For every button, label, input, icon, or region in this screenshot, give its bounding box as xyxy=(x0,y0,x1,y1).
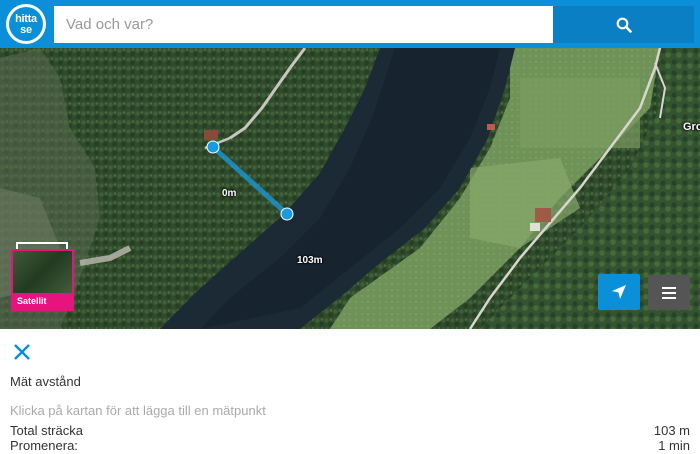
search-input[interactable] xyxy=(54,6,553,43)
close-icon xyxy=(14,344,30,360)
measure-start-label: 0m xyxy=(222,188,237,199)
measure-end-label: 103m xyxy=(297,255,323,266)
hitta-logo[interactable]: hitta se xyxy=(6,4,46,44)
top-bar: hitta se xyxy=(0,0,700,48)
walk-time-value: 1 min xyxy=(658,438,690,453)
close-button[interactable] xyxy=(13,343,31,361)
satellite-layer-toggle[interactable]: Satellit xyxy=(11,249,74,311)
map-layer-tab xyxy=(16,242,68,249)
map-view[interactable]: 0m 103m Gro xyxy=(0,48,700,329)
total-distance-label: Total sträcka xyxy=(10,423,83,438)
total-distance-value: 103 m xyxy=(653,423,690,438)
locate-me-button[interactable] xyxy=(598,274,640,310)
search-icon xyxy=(616,17,632,33)
hamburger-menu-icon xyxy=(662,286,676,299)
walk-time-label: Promenera: xyxy=(10,438,78,453)
panel-title: Mät avstånd xyxy=(10,374,81,389)
place-label: Gro xyxy=(683,121,700,133)
satellite-thumbnail xyxy=(13,251,72,293)
panel-hint: Klicka på kartan för att lägga till en m… xyxy=(10,403,266,418)
measure-distance-panel: Mät avstånd Klicka på kartan för att läg… xyxy=(0,329,700,454)
satellite-label: Satellit xyxy=(13,293,72,309)
satellite-imagery xyxy=(0,48,700,329)
logo-text-line2: se xyxy=(20,24,32,36)
search-button[interactable] xyxy=(553,6,694,43)
location-arrow-icon xyxy=(612,285,626,299)
map-menu-button[interactable] xyxy=(648,275,690,310)
